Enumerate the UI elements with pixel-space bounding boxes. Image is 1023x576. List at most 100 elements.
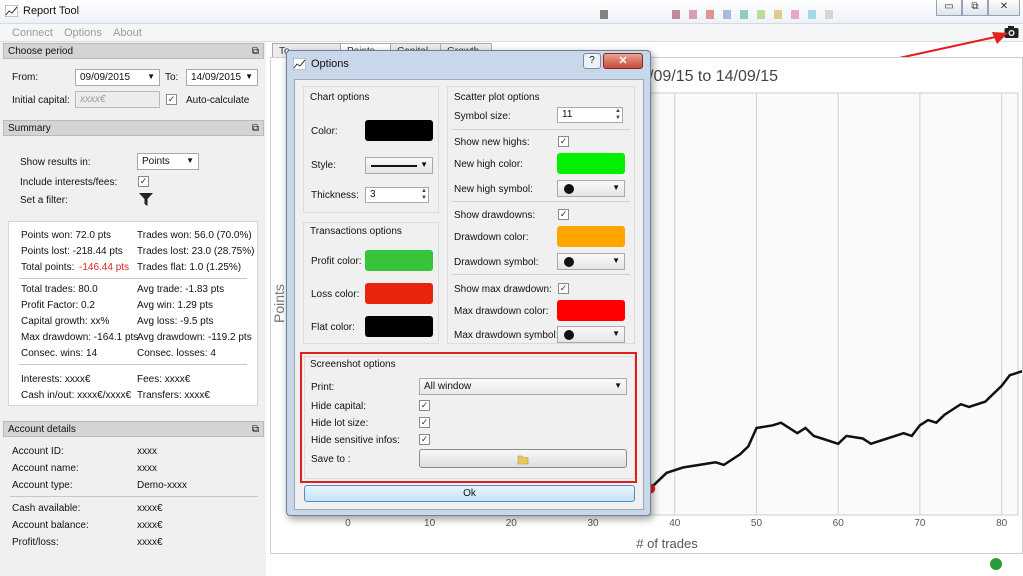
dock-icon[interactable]: ⧉ [252,123,259,134]
to-date-value: 14/09/2015 [191,72,242,83]
chevron-down-icon: ▼ [612,183,620,192]
summary-section-title: Summary [8,123,51,134]
color-label: Color: [311,126,338,137]
toolbar-color-swatch[interactable] [774,10,782,19]
new-high-color-swatch[interactable] [557,153,625,174]
show-max-drawdown-label: Show max drawdown: [454,284,552,295]
from-date-picker[interactable]: 09/09/2015 ▼ [75,69,160,86]
toolbar-color-swatch[interactable] [706,10,714,19]
transactions-options-title: Transactions options [310,226,402,237]
to-label: To: [165,72,179,83]
dialog-title: Options [311,58,349,70]
thickness-value: 3 [370,189,376,200]
dock-icon[interactable]: ⧉ [252,46,259,57]
line-color-swatch[interactable] [365,120,433,141]
restore-button[interactable]: ⧉ [962,0,988,16]
period-section-title: Choose period [8,46,74,57]
chevron-down-icon: ▼ [420,160,428,169]
x-tick-label: 10 [424,518,436,529]
account-section-title: Account details [8,424,76,435]
menu-about[interactable]: About [113,27,142,39]
toolbar-color-swatch[interactable] [825,10,833,19]
thickness-spinbox[interactable]: 3 ▲ ▼ [365,187,429,203]
x-tick-label: 80 [996,518,1008,529]
dock-icon[interactable]: ⧉ [252,424,259,435]
toolbar-color-swatch[interactable] [740,10,748,19]
stat-item: Avg drawdown: -119.2 pts [137,332,252,343]
menu-connect[interactable]: Connect [12,27,53,39]
toolbar-color-swatch[interactable] [757,10,765,19]
flat-color-swatch[interactable] [365,316,433,337]
new-high-symbol-select[interactable]: ▼ [557,180,625,197]
total-points-value: -146.44 pts [79,262,130,273]
stat-item: Points won: 72.0 pts [21,230,112,241]
toolbar-color-swatch[interactable] [600,10,608,19]
show-results-value: Points [142,156,170,167]
profit-color-label: Profit color: [311,256,362,267]
account-field-value: Demo-xxxx [137,480,188,491]
show-max-drawdown-checkbox[interactable]: ✓ [558,283,569,294]
spin-arrows-icon[interactable]: ▲ ▼ [421,188,427,202]
show-new-highs-checkbox[interactable]: ✓ [558,136,569,147]
toolbar-color-swatch[interactable] [672,10,680,19]
max-drawdown-symbol-select[interactable]: ▼ [557,326,625,343]
x-tick-label: 60 [833,518,845,529]
show-drawdowns-checkbox[interactable]: ✓ [558,209,569,220]
include-fees-checkbox[interactable]: ✓ [138,176,149,187]
drawdown-color-swatch[interactable] [557,226,625,247]
capital-label: Initial capital: [12,95,70,106]
stat-item: Cash in/out: xxxx€/xxxx€ [21,390,132,401]
chevron-down-icon: ▼ [612,329,620,338]
period-section-header: Choose period ⧉ [3,43,264,59]
close-button[interactable]: ✕ [988,0,1020,16]
stat-item: Avg loss: -9.5 pts [137,316,214,327]
scatter-options-group: Scatter plot options Symbol size: 11 ▲ ▼ … [447,86,635,344]
account-field-label: Account balance: [12,520,89,531]
loss-color-swatch[interactable] [365,283,433,304]
stat-item: Avg win: 1.29 pts [137,300,213,311]
initial-capital-input[interactable]: xxxx€ [75,91,160,108]
account-field-label: Cash available: [12,503,81,514]
filter-icon[interactable] [139,193,153,206]
auto-calculate-checkbox[interactable]: ✓ [166,94,177,105]
dialog-close-button[interactable]: ✕ [603,53,643,69]
toolbar-color-swatch[interactable] [689,10,697,19]
annotation-highlight-box [300,352,637,483]
spin-arrows-icon[interactable]: ▲ ▼ [615,108,621,122]
toolbar-color-swatch[interactable] [808,10,816,19]
stat-item: Points lost: -218.44 pts [21,246,123,257]
show-results-select[interactable]: Points ▼ [137,153,199,170]
ok-button[interactable]: Ok [304,485,635,502]
drawdown-symbol-select[interactable]: ▼ [557,253,625,270]
to-date-picker[interactable]: 14/09/2015 ▼ [186,69,258,86]
stat-item: Trades lost: 23.0 (28.75%) [137,246,255,257]
x-tick-label: 70 [914,518,926,529]
line-style-select[interactable]: ▼ [365,157,433,174]
chevron-down-icon: ▼ [245,72,253,81]
stat-item: Transfers: xxxx€ [137,390,210,401]
x-tick-label: 50 [751,518,763,529]
profit-color-swatch[interactable] [365,250,433,271]
divider [452,129,630,130]
stats-box: Points won: 72.0 pts Trades won: 56.0 (70… [8,221,258,406]
account-field-value: xxxx€ [137,537,163,548]
minimize-button[interactable]: ▭ [936,0,962,16]
menu-options[interactable]: Options [64,27,102,39]
auto-calculate-label: Auto-calculate [186,95,250,106]
max-drawdown-color-swatch[interactable] [557,300,625,321]
window-title: Report Tool [23,5,80,17]
toolbar-color-swatch[interactable] [791,10,799,19]
chevron-down-icon: ▼ [147,72,155,81]
connection-status-indicator [990,558,1002,570]
max-drawdown-color-label: Max drawdown color: [454,306,549,317]
circle-symbol-icon [564,330,574,340]
show-drawdowns-label: Show drawdowns: [454,210,536,221]
help-button[interactable]: ? [583,53,601,69]
transactions-options-group: Transactions options Profit color: Loss … [303,222,439,344]
account-field-label: Account type: [12,480,73,491]
stat-item: Avg trade: -1.83 pts [137,284,225,295]
divider [19,278,247,279]
chevron-down-icon: ▼ [612,256,620,265]
symbol-size-spinbox[interactable]: 11 ▲ ▼ [557,107,623,123]
toolbar-color-swatch[interactable] [723,10,731,19]
